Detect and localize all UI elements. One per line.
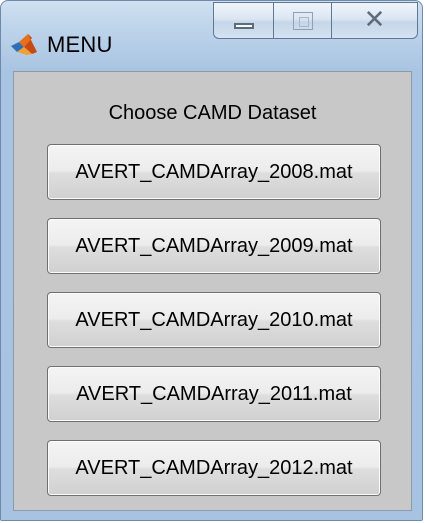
dataset-2011-button[interactable]: AVERT_CAMDArray_2011.mat bbox=[47, 366, 381, 422]
caption-buttons: ✕ bbox=[213, 2, 418, 39]
minimize-button[interactable] bbox=[213, 2, 273, 39]
maximize-button[interactable] bbox=[273, 2, 331, 39]
dataset-heading: Choose CAMD Dataset bbox=[108, 102, 317, 124]
close-button[interactable]: ✕ bbox=[331, 2, 418, 39]
matlab-logo-icon bbox=[10, 32, 38, 56]
dataset-button-list: AVERT_CAMDArray_2008.mat AVERT_CAMDArray… bbox=[47, 144, 381, 514]
title-bar[interactable]: MENU ✕ bbox=[1, 1, 422, 71]
window-title: MENU bbox=[47, 32, 113, 57]
dataset-2010-button[interactable]: AVERT_CAMDArray_2010.mat bbox=[47, 292, 381, 348]
close-icon: ✕ bbox=[363, 4, 386, 35]
dialog-panel: Choose CAMD Dataset AVERT_CAMDArray_2008… bbox=[13, 71, 412, 511]
maximize-icon bbox=[292, 11, 313, 30]
menu-window: MENU ✕ Choose CAMD Dataset AVERT_CAMDArr… bbox=[0, 0, 423, 521]
dataset-2012-button[interactable]: AVERT_CAMDArray_2012.mat bbox=[47, 440, 381, 496]
dataset-2009-button[interactable]: AVERT_CAMDArray_2009.mat bbox=[47, 218, 381, 274]
minimize-icon bbox=[233, 22, 254, 29]
dataset-2008-button[interactable]: AVERT_CAMDArray_2008.mat bbox=[47, 144, 381, 200]
